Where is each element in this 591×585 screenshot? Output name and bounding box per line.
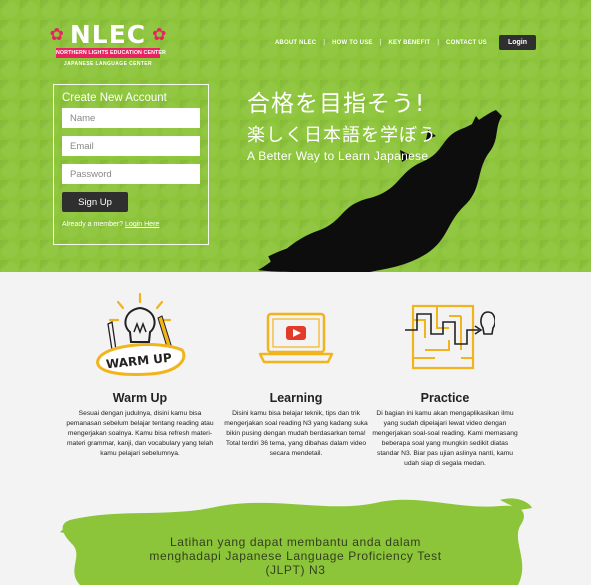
nav-separator: |	[379, 39, 382, 46]
signup-button[interactable]: Sign Up	[62, 192, 128, 212]
password-field[interactable]: Password	[62, 164, 200, 184]
feature-title: Practice	[420, 391, 470, 405]
maze-idea-icon	[405, 304, 496, 370]
features-section: WARM UP Warm Up Sesuai dengan judulnya, …	[0, 272, 591, 492]
email-field[interactable]: Email	[62, 136, 200, 156]
member-text: Already a member? Login Here	[62, 221, 160, 228]
feature-description: Disini kamu bisa belajar teknik, tips da…	[224, 410, 368, 457]
nav-key-benefit[interactable]: KEY BENEFIT	[388, 40, 430, 46]
nav-separator: |	[323, 39, 326, 46]
tagline-japanese-1: 合格を目指そう!	[247, 91, 426, 117]
tagline-japanese-2: 楽しく日本語を学ぼう	[247, 125, 437, 146]
feature-title: Warm Up	[112, 391, 168, 405]
feature-warm-up: WARM UP Warm Up Sesuai dengan judulnya, …	[65, 288, 215, 459]
signup-form: Create New Account Name Email Password S…	[53, 84, 209, 245]
name-field[interactable]: Name	[62, 108, 200, 128]
bottom-banner: Latihan yang dapat membantu anda dalam m…	[0, 492, 591, 585]
logo-subtitle: JAPANESE LANGUAGE CENTER	[63, 61, 153, 67]
top-nav: ABOUT NLEC | HOW TO USE | KEY BENEFIT | …	[275, 35, 536, 50]
nlec-logo[interactable]: ✿ NLEC ✿ NORTHERN LIGHTS EDUCATION CENTE…	[50, 20, 167, 67]
logo-banner: NORTHERN LIGHTS EDUCATION CENTER	[56, 48, 166, 58]
login-here-link[interactable]: Login Here	[125, 221, 159, 228]
nav-separator: |	[437, 39, 440, 46]
lightbulb-icon: WARM UP	[96, 292, 186, 376]
nav-about[interactable]: ABOUT NLEC	[275, 40, 316, 46]
login-button[interactable]: Login	[498, 35, 536, 50]
sakura-icon: ✿	[49, 25, 64, 44]
logo-text: NLEC	[69, 20, 147, 49]
feature-practice: Practice Di bagian ini kamu akan mengapl…	[370, 288, 520, 469]
laptop-play-icon	[258, 312, 334, 364]
feature-description: Sesuai dengan judulnya, disini kamu bisa…	[66, 410, 214, 457]
nav-how-to-use[interactable]: HOW TO USE	[332, 40, 373, 46]
feature-description: Di bagian ini kamu akan mengaplikasikan …	[372, 410, 518, 467]
tagline-english: A Better Way to Learn Japanese	[247, 149, 429, 163]
sakura-icon: ✿	[152, 25, 167, 44]
nav-contact[interactable]: CONTACT US	[446, 40, 487, 46]
hero-section: ✿ NLEC ✿ NORTHERN LIGHTS EDUCATION CENTE…	[0, 0, 591, 272]
feature-learning: Learning Disini kamu bisa belajar teknik…	[221, 288, 371, 459]
feature-title: Learning	[269, 391, 323, 405]
signup-title: Create New Account	[62, 92, 167, 104]
jlpt-message: Latihan yang dapat membantu anda dalam m…	[149, 535, 442, 577]
